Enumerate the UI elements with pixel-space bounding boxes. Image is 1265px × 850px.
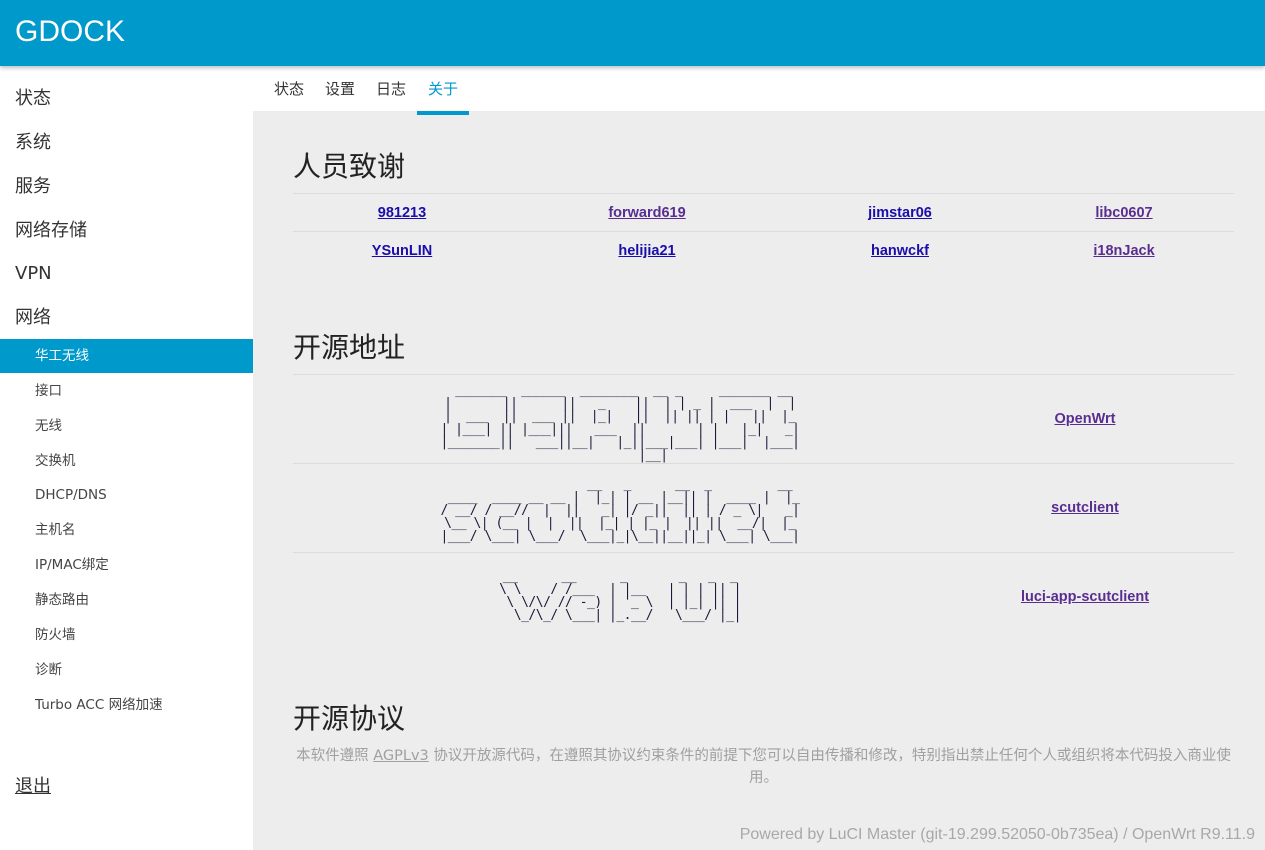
contributor-link[interactable]: i18nJack bbox=[1034, 241, 1214, 261]
license-text: 本软件遵照 AGPLv3 协议开放源代码，在遵照其协议约束条件的前提下您可以自由… bbox=[293, 745, 1234, 789]
sidebar-item-system[interactable]: 系统 bbox=[15, 131, 51, 155]
logout-link[interactable]: 退出 bbox=[15, 772, 51, 798]
tab-status[interactable]: 状态 bbox=[273, 66, 305, 111]
divider bbox=[293, 463, 1234, 464]
sidebar-subitem-scut-wireless[interactable]: 华工无线 bbox=[0, 339, 253, 373]
contributor-link[interactable]: forward619 bbox=[557, 203, 737, 223]
sidebar-subitem-hostnames[interactable]: 主机名 bbox=[0, 513, 253, 547]
footer-text: Powered by LuCI Master (git-19.299.52050… bbox=[739, 826, 1255, 843]
sidebar-item-services[interactable]: 服务 bbox=[15, 175, 51, 199]
contributor-link[interactable]: helijia21 bbox=[557, 241, 737, 261]
contributor-link[interactable]: jimstar06 bbox=[810, 203, 990, 223]
contributor-link[interactable]: hanwckf bbox=[810, 241, 990, 261]
divider bbox=[293, 552, 1234, 553]
sidebar-item-status[interactable]: 状态 bbox=[15, 87, 51, 111]
contributor-link[interactable]: libc0607 bbox=[1034, 203, 1214, 223]
sidebar-item-nas[interactable]: 网络存储 bbox=[15, 219, 87, 243]
sidebar-subitem-dhcp-dns[interactable]: DHCP/DNS bbox=[0, 478, 253, 512]
sidebar-subitem-interfaces[interactable]: 接口 bbox=[0, 374, 253, 408]
contributor-link[interactable]: 981213 bbox=[312, 203, 492, 223]
sidebar-subitem-diagnostics[interactable]: 诊断 bbox=[0, 653, 253, 687]
license-prefix: 本软件遵照 bbox=[296, 748, 374, 764]
sidebar-subitem-static-routes[interactable]: 静态路由 bbox=[0, 583, 253, 617]
tab-log[interactable]: 日志 bbox=[375, 66, 407, 111]
sidebar: 状态 系统 服务 网络存储 VPN 网络 华工无线 接口 无线 交换机 DHCP… bbox=[0, 66, 253, 850]
header-bar: GDOCK bbox=[0, 0, 1265, 66]
license-title: 开源协议 bbox=[293, 702, 406, 735]
sidebar-subitem-wireless[interactable]: 无线 bbox=[0, 409, 253, 443]
tab-bar: 状态 设置 日志 关于 bbox=[253, 66, 1265, 115]
divider bbox=[293, 231, 1234, 232]
sources-title: 开源地址 bbox=[293, 331, 406, 364]
tab-about[interactable]: 关于 bbox=[417, 66, 469, 115]
license-suffix: 协议开放源代码，在遵照其协议约束条件的前提下您可以自由传播和修改，特别指出禁止任… bbox=[428, 748, 1231, 786]
sidebar-item-vpn[interactable]: VPN bbox=[15, 262, 52, 286]
luci-app-scutclient-link[interactable]: luci-app-scutclient bbox=[1000, 587, 1170, 607]
sidebar-subitem-firewall[interactable]: 防火墙 bbox=[0, 618, 253, 652]
tab-settings[interactable]: 设置 bbox=[324, 66, 356, 111]
openwrt-link[interactable]: OpenWrt bbox=[1000, 409, 1170, 429]
divider bbox=[293, 374, 1234, 375]
webui-ascii-logo: __ __ _ _ _ _ \ \ / /___ | |__ | | | || … bbox=[499, 569, 741, 623]
openwrt-ascii-logo: _______ ______ ________ __ _ _______ __ … bbox=[440, 383, 800, 463]
scutclient-ascii-logo: __ _ __ _ __ ____ ____ __ __ | |_| | __ … bbox=[440, 477, 800, 544]
brand-logo[interactable]: GDOCK bbox=[15, 12, 125, 52]
sidebar-subitem-turbo-acc[interactable]: Turbo ACC 网络加速 bbox=[0, 688, 253, 722]
scutclient-link[interactable]: scutclient bbox=[1000, 498, 1170, 518]
sidebar-subitem-ip-mac-binding[interactable]: IP/MAC绑定 bbox=[0, 548, 253, 582]
sidebar-item-network[interactable]: 网络 bbox=[15, 306, 51, 330]
sidebar-subitem-switch[interactable]: 交换机 bbox=[0, 444, 253, 478]
agplv3-link[interactable]: AGPLv3 bbox=[373, 748, 429, 764]
thanks-title: 人员致谢 bbox=[293, 150, 406, 183]
contributor-link[interactable]: YSunLIN bbox=[312, 241, 492, 261]
divider bbox=[293, 193, 1234, 194]
